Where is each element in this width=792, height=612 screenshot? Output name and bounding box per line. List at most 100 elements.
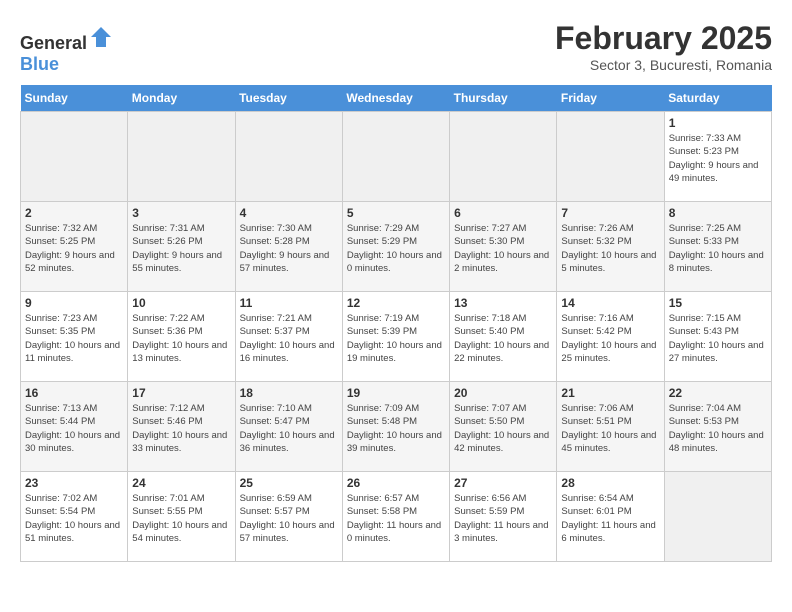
- day-cell-5: 5 Sunrise: 7:29 AM Sunset: 5:29 PM Daylig…: [342, 202, 449, 292]
- day-cell-12: 12 Sunrise: 7:19 AM Sunset: 5:39 PM Dayli…: [342, 292, 449, 382]
- logo-icon: [89, 25, 113, 49]
- day-cell-7: 7Sunrise: 7:26 AM Sunset: 5:32 PM Daylig…: [557, 202, 664, 292]
- day-info-2: Sunrise: 7:32 AM Sunset: 5:25 PM Dayligh…: [25, 222, 123, 275]
- day-cell-6: 6 Sunrise: 7:27 AM Sunset: 5:30 PM Daylig…: [450, 202, 557, 292]
- day-cell-20: 20 Sunrise: 7:07 AM Sunset: 5:50 PM Dayli…: [450, 382, 557, 472]
- day-info-23: Sunrise: 7:02 AM Sunset: 5:54 PM Dayligh…: [25, 492, 123, 545]
- day-info-6: Sunrise: 7:27 AM Sunset: 5:30 PM Dayligh…: [454, 222, 552, 275]
- day-cell-27: 27 Sunrise: 6:56 AM Sunset: 5:59 PM Dayli…: [450, 472, 557, 562]
- day-info-10: Sunrise: 7:22 AM Sunset: 5:36 PM Dayligh…: [132, 312, 230, 365]
- day-cell-10: 10Sunrise: 7:22 AM Sunset: 5:36 PM Dayli…: [128, 292, 235, 382]
- day-number-8: 8: [669, 206, 767, 220]
- day-number-26: 26: [347, 476, 445, 490]
- day-cell-3: 3 Sunrise: 7:31 AM Sunset: 5:26 PM Daylig…: [128, 202, 235, 292]
- day-cell-28: 28 Sunrise: 6:54 AM Sunset: 6:01 PM Dayli…: [557, 472, 664, 562]
- day-cell-empty: [664, 472, 771, 562]
- day-cell-19: 19 Sunrise: 7:09 AM Sunset: 5:48 PM Dayli…: [342, 382, 449, 472]
- day-cell-26: 26 Sunrise: 6:57 AM Sunset: 5:58 PM Dayli…: [342, 472, 449, 562]
- week-row-5: 23 Sunrise: 7:02 AM Sunset: 5:54 PM Dayli…: [21, 472, 772, 562]
- day-cell-16: 16Sunrise: 7:13 AM Sunset: 5:44 PM Dayli…: [21, 382, 128, 472]
- day-info-8: Sunrise: 7:25 AM Sunset: 5:33 PM Dayligh…: [669, 222, 767, 275]
- day-info-9: Sunrise: 7:23 AM Sunset: 5:35 PM Dayligh…: [25, 312, 123, 365]
- col-header-sunday: Sunday: [21, 85, 128, 112]
- day-cell-empty: [235, 112, 342, 202]
- day-cell-empty: [342, 112, 449, 202]
- day-info-20: Sunrise: 7:07 AM Sunset: 5:50 PM Dayligh…: [454, 402, 552, 455]
- day-number-25: 25: [240, 476, 338, 490]
- day-number-19: 19: [347, 386, 445, 400]
- col-header-tuesday: Tuesday: [235, 85, 342, 112]
- day-number-20: 20: [454, 386, 552, 400]
- day-info-27: Sunrise: 6:56 AM Sunset: 5:59 PM Dayligh…: [454, 492, 552, 545]
- day-number-3: 3: [132, 206, 230, 220]
- day-info-15: Sunrise: 7:15 AM Sunset: 5:43 PM Dayligh…: [669, 312, 767, 365]
- day-info-18: Sunrise: 7:10 AM Sunset: 5:47 PM Dayligh…: [240, 402, 338, 455]
- day-number-4: 4: [240, 206, 338, 220]
- day-info-19: Sunrise: 7:09 AM Sunset: 5:48 PM Dayligh…: [347, 402, 445, 455]
- week-row-2: 2 Sunrise: 7:32 AM Sunset: 5:25 PM Daylig…: [21, 202, 772, 292]
- logo-blue: Blue: [20, 54, 59, 74]
- day-number-23: 23: [25, 476, 123, 490]
- day-cell-22: 22 Sunrise: 7:04 AM Sunset: 5:53 PM Dayli…: [664, 382, 771, 472]
- day-cell-8: 8 Sunrise: 7:25 AM Sunset: 5:33 PM Daylig…: [664, 202, 771, 292]
- day-info-3: Sunrise: 7:31 AM Sunset: 5:26 PM Dayligh…: [132, 222, 230, 275]
- day-info-22: Sunrise: 7:04 AM Sunset: 5:53 PM Dayligh…: [669, 402, 767, 455]
- day-cell-24: 24 Sunrise: 7:01 AM Sunset: 5:55 PM Dayli…: [128, 472, 235, 562]
- day-number-17: 17: [132, 386, 230, 400]
- week-row-4: 16Sunrise: 7:13 AM Sunset: 5:44 PM Dayli…: [21, 382, 772, 472]
- day-cell-empty: [128, 112, 235, 202]
- day-number-28: 28: [561, 476, 659, 490]
- day-number-21: 21: [561, 386, 659, 400]
- day-cell-17: 17 Sunrise: 7:12 AM Sunset: 5:46 PM Dayli…: [128, 382, 235, 472]
- day-cell-23: 23 Sunrise: 7:02 AM Sunset: 5:54 PM Dayli…: [21, 472, 128, 562]
- calendar-title: February 2025: [555, 20, 772, 57]
- calendar-subtitle: Sector 3, Bucuresti, Romania: [555, 57, 772, 73]
- day-info-4: Sunrise: 7:30 AM Sunset: 5:28 PM Dayligh…: [240, 222, 338, 275]
- day-number-11: 11: [240, 296, 338, 310]
- day-cell-1: 1 Sunrise: 7:33 AM Sunset: 5:23 PM Daylig…: [664, 112, 771, 202]
- logo: General Blue: [20, 25, 113, 75]
- day-cell-18: 18 Sunrise: 7:10 AM Sunset: 5:47 PM Dayli…: [235, 382, 342, 472]
- day-cell-21: 21Sunrise: 7:06 AM Sunset: 5:51 PM Dayli…: [557, 382, 664, 472]
- day-cell-25: 25 Sunrise: 6:59 AM Sunset: 5:57 PM Dayli…: [235, 472, 342, 562]
- day-info-12: Sunrise: 7:19 AM Sunset: 5:39 PM Dayligh…: [347, 312, 445, 365]
- col-header-friday: Friday: [557, 85, 664, 112]
- day-info-25: Sunrise: 6:59 AM Sunset: 5:57 PM Dayligh…: [240, 492, 338, 545]
- day-number-12: 12: [347, 296, 445, 310]
- day-info-17: Sunrise: 7:12 AM Sunset: 5:46 PM Dayligh…: [132, 402, 230, 455]
- day-number-1: 1: [669, 116, 767, 130]
- day-cell-13: 13 Sunrise: 7:18 AM Sunset: 5:40 PM Dayli…: [450, 292, 557, 382]
- day-cell-9: 9Sunrise: 7:23 AM Sunset: 5:35 PM Daylig…: [21, 292, 128, 382]
- calendar-table: SundayMondayTuesdayWednesdayThursdayFrid…: [20, 85, 772, 562]
- day-number-18: 18: [240, 386, 338, 400]
- day-cell-14: 14Sunrise: 7:16 AM Sunset: 5:42 PM Dayli…: [557, 292, 664, 382]
- title-area: February 2025 Sector 3, Bucuresti, Roman…: [555, 20, 772, 73]
- col-header-saturday: Saturday: [664, 85, 771, 112]
- day-cell-empty: [21, 112, 128, 202]
- header-row: SundayMondayTuesdayWednesdayThursdayFrid…: [21, 85, 772, 112]
- day-number-13: 13: [454, 296, 552, 310]
- day-info-26: Sunrise: 6:57 AM Sunset: 5:58 PM Dayligh…: [347, 492, 445, 545]
- day-info-5: Sunrise: 7:29 AM Sunset: 5:29 PM Dayligh…: [347, 222, 445, 275]
- day-number-24: 24: [132, 476, 230, 490]
- day-cell-empty: [450, 112, 557, 202]
- day-info-11: Sunrise: 7:21 AM Sunset: 5:37 PM Dayligh…: [240, 312, 338, 365]
- day-number-6: 6: [454, 206, 552, 220]
- day-info-1: Sunrise: 7:33 AM Sunset: 5:23 PM Dayligh…: [669, 132, 767, 185]
- day-number-27: 27: [454, 476, 552, 490]
- day-cell-4: 4 Sunrise: 7:30 AM Sunset: 5:28 PM Daylig…: [235, 202, 342, 292]
- col-header-thursday: Thursday: [450, 85, 557, 112]
- day-info-13: Sunrise: 7:18 AM Sunset: 5:40 PM Dayligh…: [454, 312, 552, 365]
- day-info-16: Sunrise: 7:13 AM Sunset: 5:44 PM Dayligh…: [25, 402, 123, 455]
- week-row-3: 9Sunrise: 7:23 AM Sunset: 5:35 PM Daylig…: [21, 292, 772, 382]
- day-cell-15: 15Sunrise: 7:15 AM Sunset: 5:43 PM Dayli…: [664, 292, 771, 382]
- day-number-5: 5: [347, 206, 445, 220]
- day-info-14: Sunrise: 7:16 AM Sunset: 5:42 PM Dayligh…: [561, 312, 659, 365]
- week-row-1: 1 Sunrise: 7:33 AM Sunset: 5:23 PM Daylig…: [21, 112, 772, 202]
- day-info-28: Sunrise: 6:54 AM Sunset: 6:01 PM Dayligh…: [561, 492, 659, 545]
- day-number-2: 2: [25, 206, 123, 220]
- header: General Blue February 2025 Sector 3, Buc…: [20, 20, 772, 75]
- day-number-7: 7: [561, 206, 659, 220]
- day-number-22: 22: [669, 386, 767, 400]
- day-info-24: Sunrise: 7:01 AM Sunset: 5:55 PM Dayligh…: [132, 492, 230, 545]
